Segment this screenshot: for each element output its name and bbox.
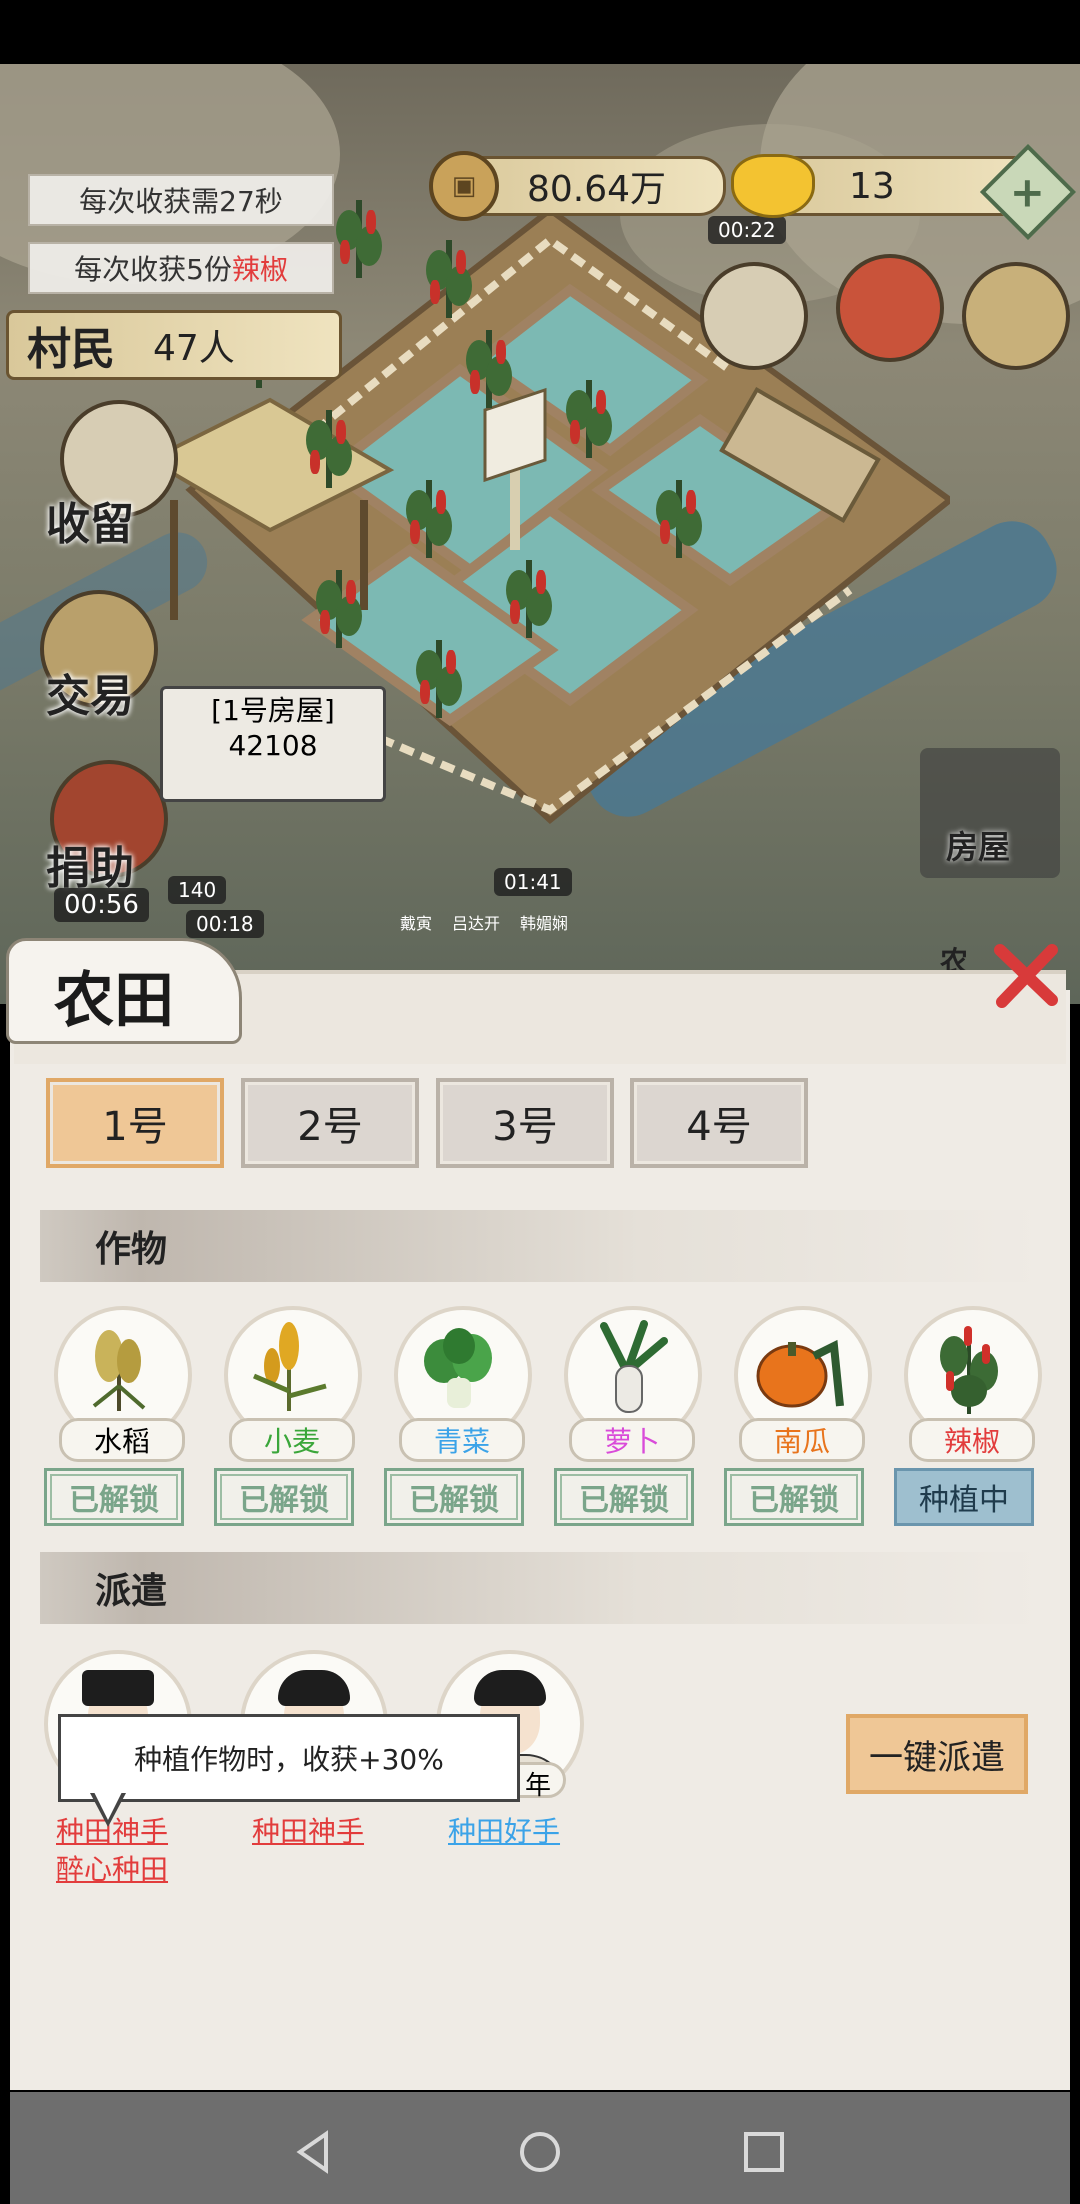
pumpkin-icon: [756, 1339, 844, 1408]
crop-card-rice[interactable]: 水稻 已解锁: [44, 1306, 194, 1526]
wheat-icon: [253, 1322, 327, 1411]
pepper-plant: [420, 230, 476, 320]
greens-icon: [424, 1328, 492, 1408]
copper-coin-icon: ▣: [429, 151, 499, 221]
crop-name: 青菜: [399, 1418, 525, 1462]
pepper-plant: [460, 320, 516, 410]
tab-field-3[interactable]: 3号: [436, 1078, 614, 1168]
crop-name: 萝卜: [569, 1418, 695, 1462]
harvest-time-label: 每次收获需27秒: [28, 174, 334, 226]
crops-section-header: 作物: [40, 1210, 1040, 1282]
gold-ingot-icon: [731, 154, 815, 218]
worker-skill[interactable]: 种田好手: [448, 1810, 560, 1850]
villager-counter[interactable]: 村民 47人: [6, 310, 342, 380]
pepper-plant: [400, 470, 456, 560]
crop-status-planting[interactable]: 种植中: [894, 1468, 1034, 1526]
house-shortcut-button[interactable]: 房屋: [920, 748, 1060, 878]
pepper-plant: [650, 470, 706, 560]
worker-skill[interactable]: 醉心种田: [56, 1848, 168, 1888]
small-resource-value: 140: [168, 876, 227, 904]
coin-counter[interactable]: ▣ 80.64万: [429, 151, 726, 221]
crop-status-unlocked[interactable]: 已解锁: [44, 1468, 184, 1526]
crop-name: 南瓜: [739, 1418, 865, 1462]
recents-icon[interactable]: [742, 2130, 786, 2174]
tooltip-tail-fill: [93, 1790, 123, 1820]
tab-field-4[interactable]: 4号: [630, 1078, 808, 1168]
pepper-plant: [330, 190, 386, 280]
center-timer: 01:41: [494, 868, 572, 896]
pepper-icon: [940, 1326, 998, 1414]
coin-timer: 00:22: [708, 216, 786, 244]
back-icon[interactable]: [292, 2130, 336, 2174]
crop-status-unlocked[interactable]: 已解锁: [724, 1468, 864, 1526]
harvest-amount-label: 每次收获5份 辣椒: [28, 242, 334, 294]
crop-card-greens[interactable]: 青菜 已解锁: [384, 1306, 534, 1526]
pepper-plant: [300, 400, 356, 490]
crop-status-unlocked[interactable]: 已解锁: [214, 1468, 354, 1526]
panel-title: 农田: [54, 966, 174, 1036]
tab-field-1[interactable]: 1号: [46, 1078, 224, 1168]
shelter-button[interactable]: 收留: [30, 488, 150, 552]
house-bubble-value: 42108: [228, 729, 318, 762]
crop-name: 水稻: [59, 1418, 185, 1462]
house-bubble-title: [1号房屋]: [211, 694, 335, 727]
house-shortcut-label: 房屋: [946, 828, 1011, 866]
rice-icon: [92, 1330, 146, 1411]
tab-field-2[interactable]: 2号: [241, 1078, 419, 1168]
donate-button[interactable]: 捐助: [30, 832, 150, 896]
plus-icon: +: [1010, 167, 1046, 217]
crop-status-unlocked[interactable]: 已解锁: [554, 1468, 694, 1526]
dispatch-all-button[interactable]: 一键派遣: [846, 1714, 1028, 1794]
pepper-plant: [310, 560, 366, 650]
crop-card-wheat[interactable]: 小麦 已解锁: [214, 1306, 364, 1526]
donate-timer: 00:56: [54, 888, 149, 922]
gear-icon[interactable]: [962, 262, 1070, 370]
dispatch-section-header: 派遣: [40, 1552, 1040, 1624]
trade-button[interactable]: 交易: [30, 660, 150, 724]
crop-card-radish[interactable]: 萝卜 已解锁: [554, 1306, 704, 1526]
skill-tooltip: 种植作物时，收获+30%: [58, 1714, 520, 1802]
crop-card-pepper[interactable]: 辣椒 种植中: [894, 1306, 1044, 1526]
worker-skill[interactable]: 种田神手: [252, 1810, 364, 1850]
radish-icon: [600, 1320, 668, 1413]
home-icon[interactable]: [518, 2130, 562, 2174]
pepper-plant: [560, 370, 616, 460]
house-info-bubble[interactable]: [1号房屋] 42108: [160, 686, 386, 802]
close-icon[interactable]: [990, 940, 1060, 1010]
panel-header: 农田: [0, 930, 1080, 1064]
pepper-plant: [500, 550, 556, 640]
pepper-plant: [410, 630, 466, 720]
crop-name: 辣椒: [909, 1418, 1035, 1462]
crop-card-pumpkin[interactable]: 南瓜 已解锁: [724, 1306, 874, 1526]
scroll-letter-icon[interactable]: [836, 254, 944, 362]
villager-avatar-button[interactable]: [700, 262, 808, 370]
crop-name: 小麦: [229, 1418, 355, 1462]
crop-status-unlocked[interactable]: 已解锁: [384, 1468, 524, 1526]
